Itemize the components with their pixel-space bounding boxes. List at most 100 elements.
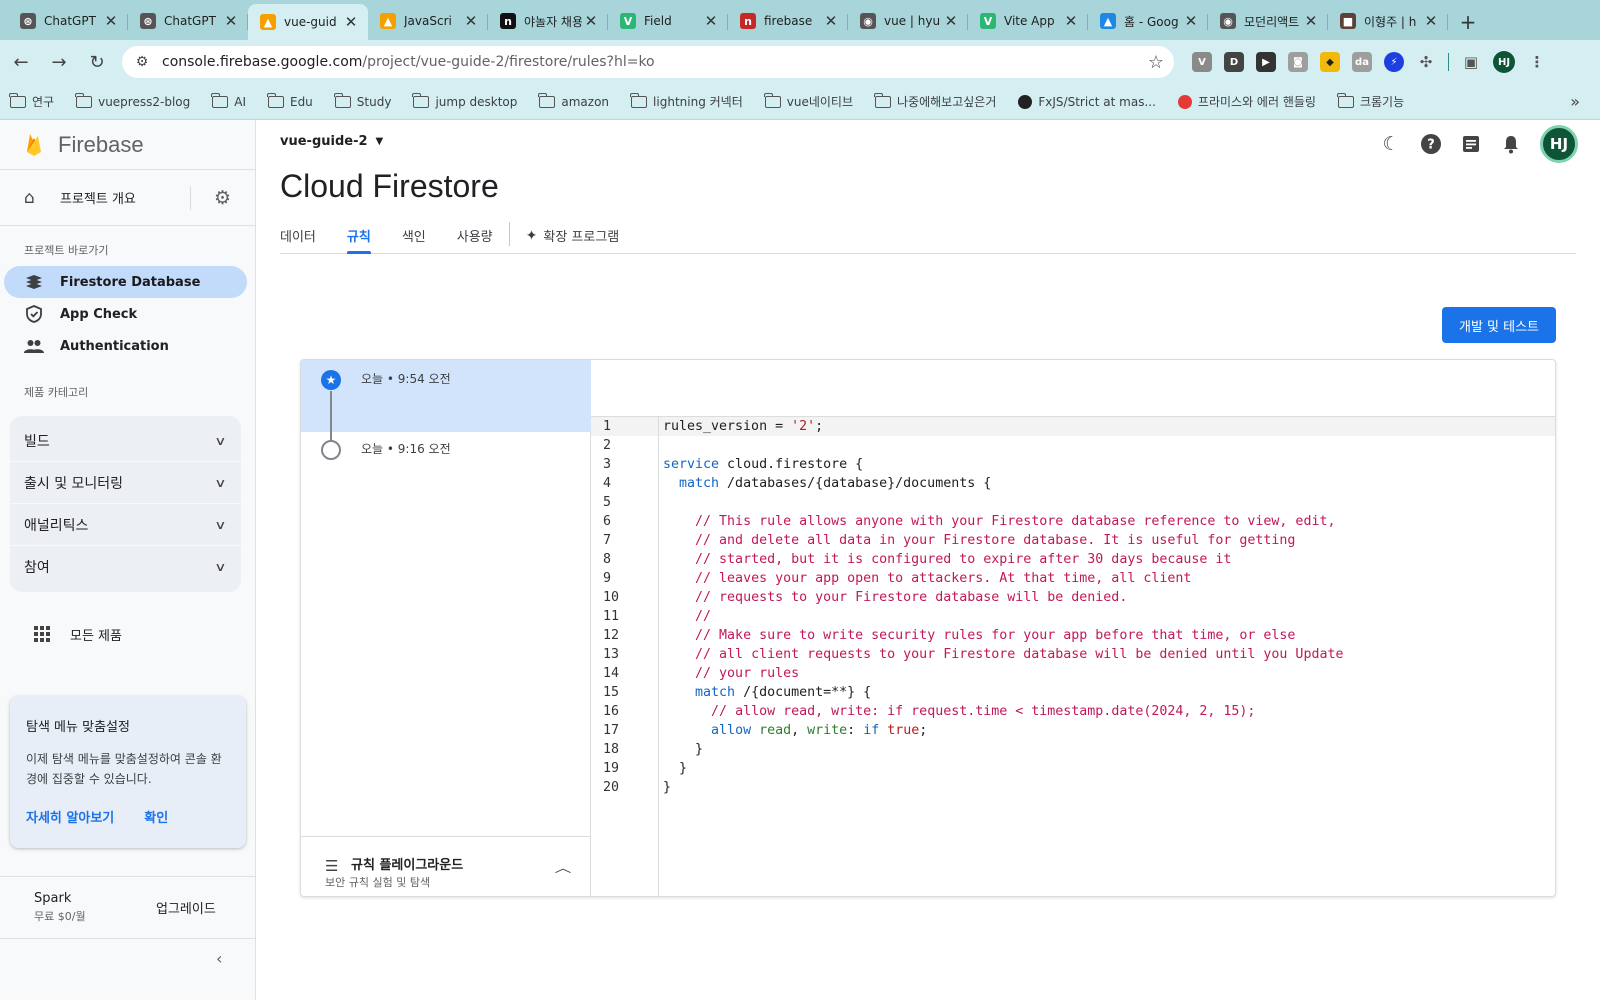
sidebar-item-firestore-database[interactable]: Firestore Database: [4, 266, 247, 298]
code-line[interactable]: // This rule allows anyone with your Fir…: [659, 512, 1555, 531]
new-tab-button[interactable]: +: [1454, 8, 1482, 36]
browser-tab[interactable]: ▲ vue-guid ✕: [248, 4, 368, 40]
code-line[interactable]: // Make sure to write security rules for…: [659, 626, 1555, 645]
rules-playground[interactable]: ☰ 규칙 플레이그라운드 보안 규칙 실험 및 탐색 ︿: [301, 836, 591, 896]
page-tab[interactable]: 규칙: [346, 218, 371, 254]
side-panel-icon[interactable]: ▣: [1461, 52, 1481, 72]
site-info-icon[interactable]: ⚙: [132, 52, 152, 72]
browser-tab[interactable]: ⊛ ChatGPT ✕: [128, 4, 248, 38]
back-icon[interactable]: ←: [4, 45, 38, 79]
dark-mode-icon[interactable]: ☾: [1380, 133, 1402, 155]
notifications-bell-icon[interactable]: [1500, 133, 1522, 155]
code-line[interactable]: // requests to your Firestore database w…: [659, 588, 1555, 607]
category-item[interactable]: 참여 ∨: [10, 546, 241, 588]
code-line[interactable]: // started, but it is configured to expi…: [659, 550, 1555, 569]
bookmark-item[interactable]: Study: [333, 92, 391, 109]
profile-avatar[interactable]: HJ: [1493, 51, 1515, 73]
bookmark-item[interactable]: lightning 커넥터: [630, 92, 743, 110]
bookmarks-overflow-icon[interactable]: »: [1570, 92, 1580, 111]
firebase-brand[interactable]: Firebase: [0, 120, 255, 170]
bookmark-item[interactable]: 나중에해보고싶은거: [874, 92, 996, 110]
account-avatar[interactable]: HJ: [1540, 125, 1578, 163]
bookmark-item[interactable]: AI: [211, 92, 246, 109]
tab-close-icon[interactable]: ✕: [1302, 12, 1320, 30]
bookmark-item[interactable]: FxJS/Strict at mas...: [1018, 94, 1156, 109]
tab-close-icon[interactable]: ✕: [822, 12, 840, 30]
bookmark-item[interactable]: 연구: [9, 92, 54, 110]
sidebar-item-authentication[interactable]: Authentication: [4, 330, 247, 362]
extension-desk-icon[interactable]: D: [1224, 52, 1244, 72]
code-line[interactable]: service cloud.firestore {: [659, 455, 1555, 474]
learn-more-link[interactable]: 자세히 알아보기: [26, 807, 114, 826]
browser-tab[interactable]: ◉ 모던리액트 ✕: [1208, 4, 1328, 38]
tab-close-icon[interactable]: ✕: [702, 12, 720, 30]
bookmark-item[interactable]: 크롬기능: [1336, 92, 1404, 110]
rules-editor[interactable]: 1 2 3 4 5 6 7 8 9 10 11 12 13 14 15 16 17 18 19 20 rules_ve…: [591, 360, 1555, 896]
extension-camera-icon[interactable]: ◙: [1288, 52, 1308, 72]
code-line[interactable]: // and delete all data in your Firestore…: [659, 531, 1555, 550]
tab-close-icon[interactable]: ✕: [942, 12, 960, 30]
code-line[interactable]: allow read, write: if true;: [659, 721, 1555, 740]
category-item[interactable]: 빌드 ∨: [10, 420, 241, 462]
tab-close-icon[interactable]: ✕: [342, 13, 360, 31]
code-line[interactable]: }: [659, 778, 1555, 797]
promo-confirm-button[interactable]: 확인: [144, 807, 168, 826]
history-item[interactable]: 오늘 • 9:16 오전: [301, 430, 591, 502]
forward-icon[interactable]: →: [42, 45, 76, 79]
history-item[interactable]: ★ 오늘 • 9:54 오전: [301, 360, 591, 432]
project-overview-row[interactable]: ⌂ 프로젝트 개요 ⚙: [0, 170, 255, 226]
code-line[interactable]: match /{document=**} {: [659, 683, 1555, 702]
code-line[interactable]: //: [659, 607, 1555, 626]
code-line[interactable]: rules_version = '2';: [659, 417, 1555, 436]
browser-tab[interactable]: V Field ✕: [608, 4, 728, 38]
bookmark-item[interactable]: vuepress2-blog: [75, 92, 190, 109]
browser-tab[interactable]: ⊛ ChatGPT ✕: [8, 4, 128, 38]
code-line[interactable]: match /databases/{database}/documents {: [659, 474, 1555, 493]
browser-tab[interactable]: n 야놀자 채용 ✕: [488, 4, 608, 38]
extension-binance-icon[interactable]: ◆: [1320, 52, 1340, 72]
code-line[interactable]: }: [659, 759, 1555, 778]
browser-tab[interactable]: n firebase ✕: [728, 4, 848, 38]
extension-v-icon[interactable]: V: [1192, 52, 1212, 72]
code-line[interactable]: // leaves your app open to attackers. At…: [659, 569, 1555, 588]
browser-tab[interactable]: ◉ vue | hyu ✕: [848, 4, 968, 38]
settings-gear-icon[interactable]: ⚙: [214, 187, 231, 209]
reload-icon[interactable]: ↻: [80, 45, 114, 79]
bookmark-item[interactable]: Edu: [266, 92, 313, 109]
all-products-item[interactable]: 모든 제품: [0, 614, 255, 654]
tab-close-icon[interactable]: ✕: [462, 12, 480, 30]
tab-close-icon[interactable]: ✕: [1062, 12, 1080, 30]
browser-menu-icon[interactable]: ⋮: [1527, 52, 1547, 72]
category-item[interactable]: 출시 및 모니터링 ∨: [10, 462, 241, 504]
expand-chevron-icon[interactable]: ︿: [555, 859, 572, 876]
extension-bolt-icon[interactable]: ⚡: [1384, 52, 1404, 72]
browser-tab[interactable]: ▲ JavaScri ✕: [368, 4, 488, 38]
extension-da-icon[interactable]: da: [1352, 52, 1372, 72]
tab-close-icon[interactable]: ✕: [222, 12, 240, 30]
code-line[interactable]: // allow read, write: if request.time < …: [659, 702, 1555, 721]
category-item[interactable]: 애널리틱스 ∨: [10, 504, 241, 546]
bookmark-item[interactable]: jump desktop: [412, 92, 517, 109]
page-tab[interactable]: 색인: [402, 218, 426, 253]
help-icon[interactable]: ?: [1420, 133, 1442, 155]
bookmark-item[interactable]: amazon: [538, 92, 609, 109]
page-tab[interactable]: 데이터: [280, 218, 316, 253]
browser-tab[interactable]: ▲ 홈 - Goog ✕: [1088, 4, 1208, 38]
browser-tab[interactable]: ■ 이형주 | h ✕: [1328, 4, 1448, 38]
tab-close-icon[interactable]: ✕: [582, 12, 600, 30]
tab-extensions[interactable]: ✦ 확장 프로그램: [526, 218, 620, 246]
upgrade-button[interactable]: 업그레이드: [156, 898, 216, 917]
extension-play-icon[interactable]: ▶: [1256, 52, 1276, 72]
address-bar[interactable]: ⚙ console.firebase.google.com/project/vu…: [122, 46, 1174, 78]
release-notes-icon[interactable]: [1460, 133, 1482, 155]
sidebar-item-app-check[interactable]: App Check: [4, 298, 247, 330]
collapse-chevron-icon[interactable]: ‹: [216, 949, 222, 968]
tab-close-icon[interactable]: ✕: [1422, 12, 1440, 30]
bookmark-star-icon[interactable]: ☆: [1148, 52, 1164, 73]
code-line[interactable]: // all client requests to your Firestore…: [659, 645, 1555, 664]
tab-close-icon[interactable]: ✕: [1182, 12, 1200, 30]
extensions-puzzle-icon[interactable]: ✣: [1416, 52, 1436, 72]
code-line[interactable]: // your rules: [659, 664, 1555, 683]
bookmark-item[interactable]: 프라미스와 에러 핸들링: [1177, 93, 1316, 110]
page-tab[interactable]: 사용량: [457, 218, 493, 253]
